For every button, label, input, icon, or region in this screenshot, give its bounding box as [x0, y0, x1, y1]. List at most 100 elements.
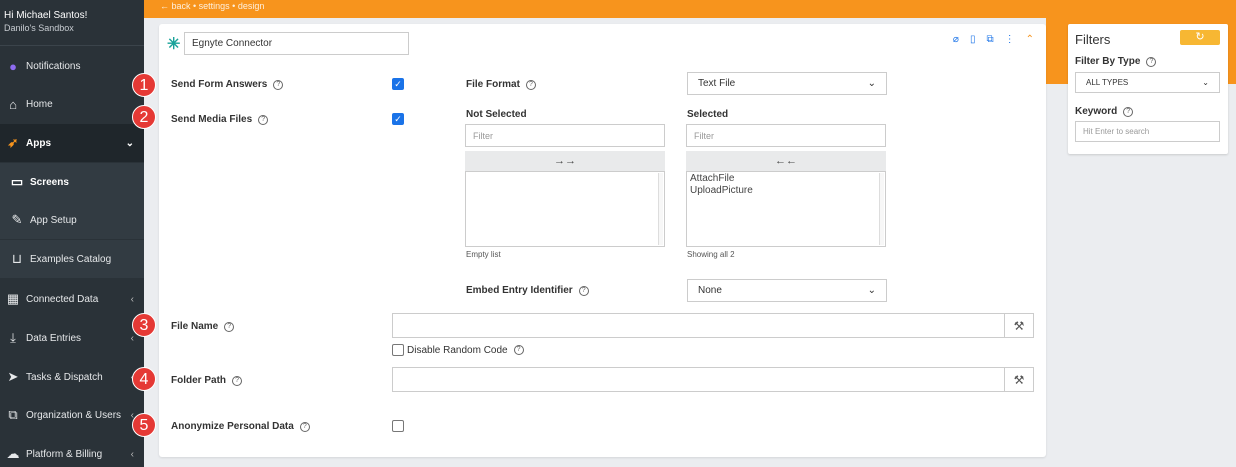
hammer-icon: ⚒: [1013, 318, 1025, 333]
breadcrumb[interactable]: ← back • settings • design: [160, 1, 264, 11]
inbox-icon: ⤓: [10, 330, 16, 345]
sidebar-item-label: Tasks & Dispatch: [26, 371, 103, 383]
send-media-files-checkbox[interactable]: ✓: [392, 113, 404, 125]
embed-entry-select[interactable]: None ⌄: [687, 279, 887, 302]
disable-random-code-row: Disable Random Code?: [392, 344, 524, 356]
help-icon[interactable]: ?: [299, 422, 310, 432]
file-name-label: File Name?: [171, 321, 235, 332]
sidebar: Hi Michael Santos! Danilo's Sandbox ● No…: [0, 0, 144, 467]
user-header[interactable]: Hi Michael Santos! Danilo's Sandbox: [0, 0, 144, 46]
more-vertical-icon[interactable]: ⋮: [1005, 34, 1015, 45]
chevron-up-icon[interactable]: ⌃: [1026, 34, 1034, 45]
sidebar-item-label: Examples Catalog: [30, 253, 112, 265]
help-icon[interactable]: ?: [273, 80, 284, 90]
anonymize-label: Anonymize Personal Data?: [171, 421, 310, 432]
attachment-icon[interactable]: ⌀: [953, 34, 959, 45]
sidebar-item-data-entries[interactable]: ⤓ Data Entries ‹: [0, 319, 144, 357]
step-badge: 5: [132, 413, 156, 437]
refresh-button[interactable]: ↻: [1180, 30, 1220, 45]
keyword-input[interactable]: Hit Enter to search: [1075, 121, 1220, 142]
file-name-input[interactable]: [392, 313, 1006, 338]
sidebar-item-label: App Setup: [30, 214, 77, 226]
chevron-down-icon: ⌄: [867, 285, 876, 296]
help-icon[interactable]: ?: [1123, 107, 1134, 117]
sidebar-item-label: Organization & Users: [26, 409, 122, 421]
list-item[interactable]: AttachFile: [690, 173, 882, 185]
user-greeting: Hi Michael Santos!: [4, 10, 88, 21]
chevron-left-icon: ‹: [130, 293, 134, 305]
sidebar-item-home[interactable]: ⌂ Home: [0, 85, 144, 123]
keyword-label: Keyword?: [1075, 106, 1134, 117]
send-form-answers-label: Send Form Answers?: [171, 79, 284, 90]
move-all-left-button[interactable]: ←←: [686, 151, 886, 171]
clipboard-icon[interactable]: ▯: [970, 34, 976, 45]
sidebar-item-organization-users[interactable]: ⧉ Organization & Users ‹: [0, 396, 144, 434]
wrench-icon: ✎: [11, 212, 23, 227]
rocket-icon: ➶: [7, 135, 19, 150]
help-icon[interactable]: ?: [513, 345, 524, 355]
disable-random-code-label: Disable Random Code: [407, 344, 508, 356]
help-icon[interactable]: ?: [525, 80, 536, 90]
step-badge: 1: [132, 73, 156, 97]
sidebar-item-apps[interactable]: ➶ Apps ⌄: [0, 124, 144, 162]
sidebar-item-examples-catalog[interactable]: ⊔ Examples Catalog: [0, 240, 144, 278]
scrollbar[interactable]: [879, 173, 884, 245]
move-all-right-button[interactable]: →→: [465, 151, 665, 171]
sidebar-item-label: Notifications: [26, 60, 81, 72]
list-item[interactable]: UploadPicture: [690, 185, 882, 197]
sidebar-item-label: Screens: [30, 176, 69, 188]
hammer-button[interactable]: ⚒: [1004, 367, 1034, 392]
filters-title: Filters: [1075, 32, 1111, 47]
empty-list-text: Empty list: [466, 250, 501, 259]
sidebar-item-app-setup[interactable]: ✎ App Setup: [0, 201, 144, 239]
step-badge: 4: [132, 367, 156, 391]
sidebar-item-label: Data Entries: [26, 332, 82, 344]
showing-count-text: Showing all 2: [687, 250, 735, 259]
connector-name-field[interactable]: Egnyte Connector: [184, 32, 409, 55]
disable-random-code-checkbox[interactable]: [392, 344, 404, 356]
chevron-down-icon: ⌄: [1202, 78, 1209, 87]
send-form-answers-checkbox[interactable]: ✓: [392, 78, 404, 90]
connector-card: ✳ Egnyte Connector ⌀ ▯ ⧉ ⋮ ⌃ Send Form A…: [159, 24, 1046, 457]
selected-filter-input[interactable]: Filter: [686, 124, 886, 147]
file-format-label: File Format?: [466, 79, 536, 90]
selected-label: Selected: [687, 109, 729, 120]
not-selected-list[interactable]: [465, 171, 665, 247]
anonymize-checkbox[interactable]: [392, 420, 404, 432]
help-icon[interactable]: ?: [258, 115, 269, 125]
sidebar-item-label: Platform & Billing: [26, 448, 103, 460]
scrollbar[interactable]: [658, 173, 663, 245]
home-icon: ⌂: [9, 96, 17, 112]
account-name: Danilo's Sandbox: [4, 23, 74, 33]
sidebar-item-platform-billing[interactable]: ☁ Platform & Billing ‹: [0, 435, 144, 467]
folder-path-input[interactable]: [392, 367, 1006, 392]
refresh-icon: ↻: [1195, 31, 1205, 43]
copy-icon[interactable]: ⧉: [986, 34, 993, 45]
sidebar-item-screens[interactable]: ▭ Screens: [0, 163, 144, 201]
not-selected-filter-input[interactable]: Filter: [465, 124, 665, 147]
org-chart-icon: ⧉: [8, 407, 18, 422]
filter-by-type-select[interactable]: ALL TYPES ⌄: [1075, 72, 1220, 93]
help-icon[interactable]: ?: [578, 286, 589, 296]
top-bar: [144, 0, 1236, 18]
sidebar-item-label: Connected Data: [26, 293, 99, 305]
sidebar-item-label: Home: [26, 98, 53, 110]
sidebar-item-connected-data[interactable]: ▦ Connected Data ‹: [0, 280, 144, 318]
sidebar-item-tasks-dispatch[interactable]: ➤ Tasks & Dispatch ‹: [0, 358, 144, 396]
card-toolbar: ⌀ ▯ ⧉ ⋮ ⌃: [953, 34, 1034, 45]
step-badge: 2: [132, 105, 156, 129]
send-media-files-label: Send Media Files?: [171, 114, 269, 125]
help-icon[interactable]: ?: [1146, 57, 1157, 67]
hammer-button[interactable]: ⚒: [1004, 313, 1034, 338]
file-format-select[interactable]: Text File ⌄: [687, 72, 887, 95]
bell-icon: ●: [9, 58, 17, 74]
sidebar-item-label: Apps: [26, 137, 51, 149]
users-cog-icon: ☁: [6, 446, 20, 461]
sidebar-item-notifications[interactable]: ● Notifications: [0, 47, 144, 85]
help-icon[interactable]: ?: [224, 322, 235, 332]
help-icon[interactable]: ?: [232, 376, 243, 386]
chevron-left-icon: ‹: [130, 332, 134, 344]
selected-list[interactable]: AttachFile UploadPicture: [686, 171, 886, 247]
filter-by-type-label: Filter By Type?: [1075, 56, 1157, 67]
basket-icon: ⊔: [11, 251, 23, 266]
